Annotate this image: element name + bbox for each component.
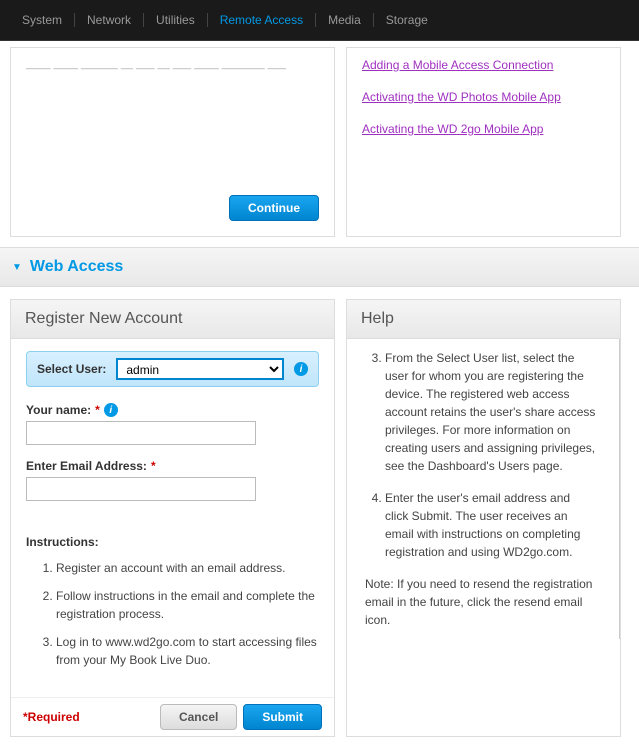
mobile-links-panel: Adding a Mobile Access Connection Activa… (346, 47, 621, 237)
nav-media[interactable]: Media (316, 13, 374, 27)
nav-storage[interactable]: Storage (374, 13, 440, 27)
instruction-item: Log in to www.wd2go.com to start accessi… (56, 633, 319, 669)
info-icon[interactable]: i (294, 362, 308, 376)
web-access-section-header[interactable]: ▼ Web Access (0, 247, 639, 287)
your-name-input[interactable] (26, 421, 256, 445)
help-item: Enter the user's email address and click… (385, 489, 596, 561)
help-note: Note: If you need to resend the registra… (365, 575, 596, 629)
select-user-row: Select User: admin i (26, 351, 319, 387)
help-title: Help (347, 300, 620, 339)
nav-utilities[interactable]: Utilities (144, 13, 208, 27)
link-activating-wd-photos[interactable]: Activating the WD Photos Mobile App (362, 90, 605, 104)
instruction-item: Follow instructions in the email and com… (56, 587, 319, 623)
instructions-heading: Instructions: (26, 535, 319, 549)
email-input[interactable] (26, 477, 256, 501)
instructions-list: Register an account with an email addres… (56, 559, 319, 669)
mobile-access-panel: ____ ____ ______ __ ___ __ ___ ____ ____… (10, 47, 335, 237)
nav-network[interactable]: Network (75, 13, 144, 27)
top-navigation: System Network Utilities Remote Access M… (0, 0, 639, 41)
section-title: Web Access (30, 258, 123, 276)
required-label: *Required (23, 710, 154, 724)
your-name-label: Your name: * i (26, 403, 319, 417)
nav-system[interactable]: System (10, 13, 75, 27)
chevron-down-icon: ▼ (12, 262, 22, 273)
register-panel: Register New Account Select User: admin … (10, 299, 335, 737)
help-list: From the Select User list, select the us… (385, 349, 596, 561)
help-panel: Help From the Select User list, select t… (346, 299, 621, 737)
continue-button[interactable]: Continue (229, 195, 319, 221)
select-user-label: Select User: (37, 362, 106, 376)
link-adding-mobile-access[interactable]: Adding a Mobile Access Connection (362, 58, 605, 72)
register-title: Register New Account (11, 300, 334, 339)
select-user-dropdown[interactable]: admin (116, 358, 284, 380)
nav-remote-access[interactable]: Remote Access (208, 13, 316, 27)
instruction-item: Register an account with an email addres… (56, 559, 319, 577)
help-scrollbar[interactable]: ▲ ▼ (619, 339, 620, 639)
email-label: Enter Email Address: * (26, 459, 319, 473)
cancel-button[interactable]: Cancel (160, 704, 237, 730)
link-activating-wd-2go[interactable]: Activating the WD 2go Mobile App (362, 122, 605, 136)
info-icon[interactable]: i (104, 403, 118, 417)
help-item: From the Select User list, select the us… (385, 349, 596, 475)
truncated-text: ____ ____ ______ __ ___ __ ___ ____ ____… (26, 58, 319, 70)
submit-button[interactable]: Submit (243, 704, 322, 730)
